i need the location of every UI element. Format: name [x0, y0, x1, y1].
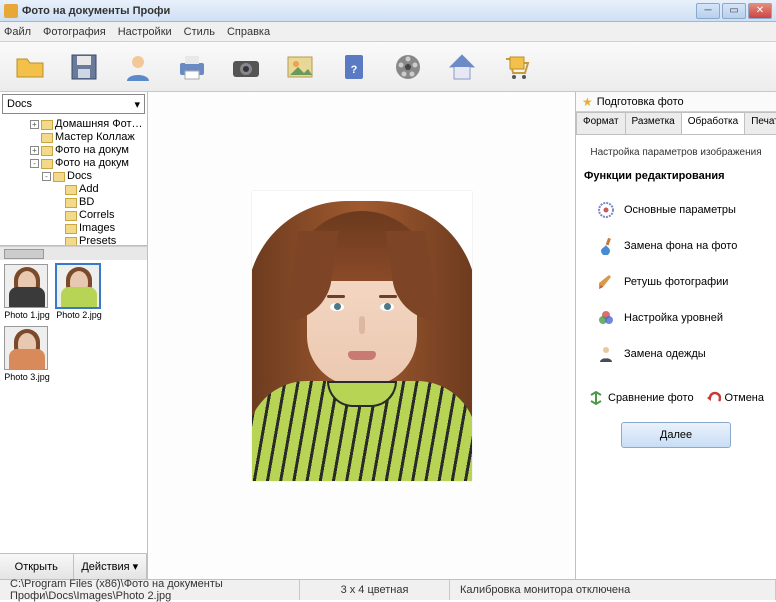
tree-item[interactable]: Add [2, 183, 145, 196]
toolbar-image[interactable] [282, 49, 318, 85]
tree-item[interactable]: -Фото на докум [2, 157, 145, 170]
toolbar-save[interactable] [66, 49, 102, 85]
gear-icon [596, 200, 616, 220]
folder-tree[interactable]: +Домашняя Фот…Мастер Коллаж+Фото на доку… [0, 116, 147, 246]
tree-item[interactable]: Presets [2, 235, 145, 246]
menu-photo[interactable]: Фотография [43, 26, 106, 38]
open-button[interactable]: Открыть [0, 554, 74, 579]
preview-area [148, 92, 576, 579]
menu-help[interactable]: Справка [227, 26, 270, 38]
toolbar-open[interactable] [12, 49, 48, 85]
thumbnail[interactable]: Photo 2.jpg [56, 264, 102, 320]
compare-button[interactable]: Сравнение фото [588, 390, 694, 406]
fn-clothes[interactable]: Замена одежды [596, 344, 768, 364]
maximize-button[interactable]: ▭ [722, 3, 746, 19]
status-path: C:\Program Files (x86)\Фото на документы… [0, 580, 300, 600]
menu-style[interactable]: Стиль [184, 26, 215, 38]
toolbar-person[interactable] [120, 49, 156, 85]
fn-replace-bg[interactable]: Замена фона на фото [596, 236, 768, 256]
minimize-button[interactable]: ─ [696, 3, 720, 19]
actions-button[interactable]: Действия ▾ [74, 554, 148, 579]
tree-item[interactable]: Мастер Коллаж [2, 131, 145, 144]
toolbar-home[interactable] [444, 49, 480, 85]
next-button[interactable]: Далее [621, 422, 731, 448]
tree-item[interactable]: +Фото на докум [2, 144, 145, 157]
thumbnail-list: Photo 1.jpgPhoto 2.jpgPhoto 3.jpg [0, 260, 147, 553]
svg-text:?: ? [351, 64, 358, 76]
suit-icon [596, 344, 616, 364]
right-pane: ★ Подготовка фото Формат Разметка Обрабо… [576, 92, 776, 579]
tab-print[interactable]: Печать [744, 112, 776, 134]
toolbar-help[interactable]: ? [336, 49, 372, 85]
fn-retouch[interactable]: Ретушь фотографии [596, 272, 768, 292]
tab-layout[interactable]: Разметка [625, 112, 682, 134]
right-header: Подготовка фото [597, 96, 684, 108]
preview-photo[interactable] [252, 191, 472, 481]
status-info: 3 x 4 цветная [300, 580, 450, 600]
folder-combo-value: Docs [7, 98, 32, 110]
chevron-down-icon: ▾ [134, 98, 140, 111]
star-icon: ★ [582, 95, 593, 109]
toolbar-cart[interactable] [498, 49, 534, 85]
tab-format[interactable]: Формат [576, 112, 626, 134]
brush-icon [596, 272, 616, 292]
window-title: Фото на документы Профи [22, 5, 696, 17]
menu-settings[interactable]: Настройки [118, 26, 172, 38]
compare-icon [588, 390, 604, 406]
status-calibration: Калибровка монитора отключена [450, 580, 776, 600]
thumbnail[interactable]: Photo 1.jpg [4, 264, 50, 320]
tree-item[interactable]: BD [2, 196, 145, 209]
fn-levels[interactable]: Настройка уровней [596, 308, 768, 328]
tab-subtitle: Настройка параметров изображения [584, 147, 768, 158]
folder-combo[interactable]: Docs ▾ [2, 94, 145, 114]
fn-basic-params[interactable]: Основные параметры [596, 200, 768, 220]
tree-item[interactable]: Images [2, 222, 145, 235]
paint-icon [596, 236, 616, 256]
close-button[interactable]: ✕ [748, 3, 772, 19]
menu-file[interactable]: Файл [4, 26, 31, 38]
app-icon [4, 4, 18, 18]
menubar: Файл Фотография Настройки Стиль Справка [0, 22, 776, 42]
statusbar: C:\Program Files (x86)\Фото на документы… [0, 579, 776, 600]
undo-button[interactable]: Отмена [705, 390, 764, 406]
tree-item[interactable]: -Docs [2, 170, 145, 183]
tree-scrollbar[interactable] [0, 246, 147, 260]
tab-process[interactable]: Обработка [681, 112, 745, 134]
rgb-icon [596, 308, 616, 328]
toolbar: ? [0, 42, 776, 92]
toolbar-camera[interactable] [228, 49, 264, 85]
undo-icon [705, 390, 721, 406]
toolbar-reel[interactable] [390, 49, 426, 85]
tabs: Формат Разметка Обработка Печать [576, 112, 776, 134]
titlebar: Фото на документы Профи ─ ▭ ✕ [0, 0, 776, 22]
tree-item[interactable]: Correls [2, 209, 145, 222]
tree-item[interactable]: +Домашняя Фот… [2, 118, 145, 131]
toolbar-printer[interactable] [174, 49, 210, 85]
section-title: Функции редактирования [584, 170, 768, 182]
thumbnail[interactable]: Photo 3.jpg [4, 326, 50, 382]
left-pane: Docs ▾ +Домашняя Фот…Мастер Коллаж+Фото … [0, 92, 148, 579]
